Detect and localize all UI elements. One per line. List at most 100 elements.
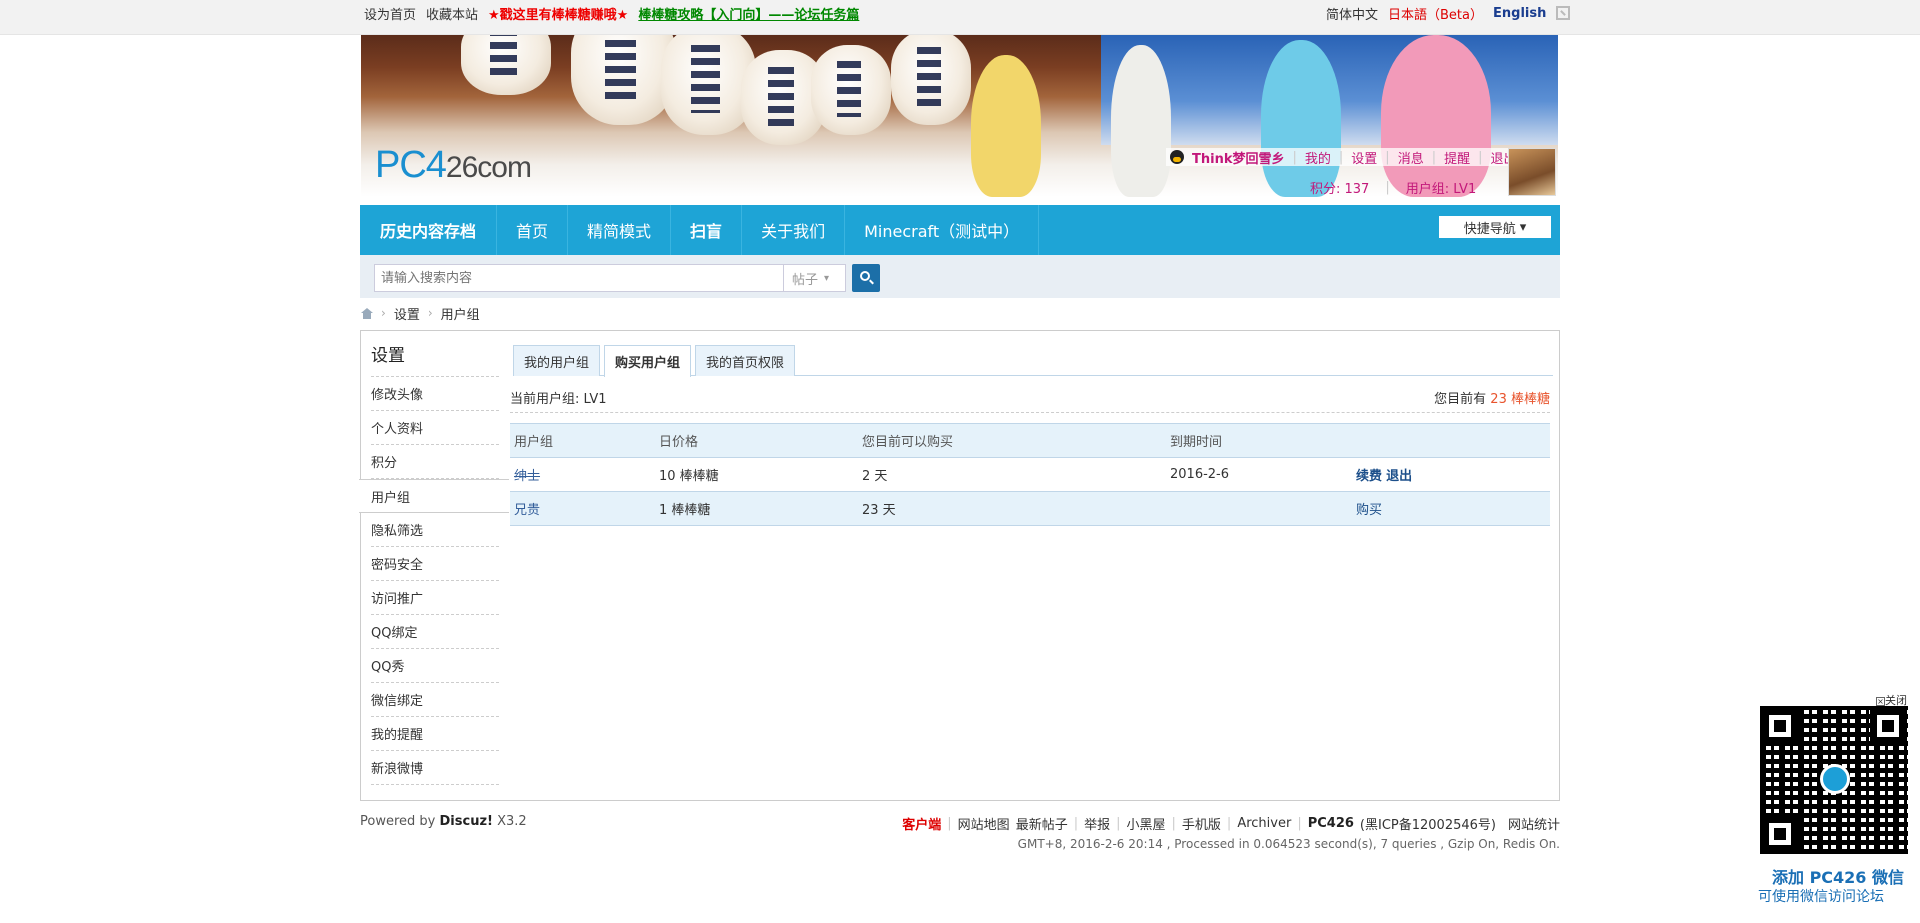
user-stats: 积分: 137 | 用户组: LV1 xyxy=(1310,178,1477,197)
sidebar-item-promotion[interactable]: 访问推广 xyxy=(371,581,499,615)
lang-cn-link[interactable]: 简体中文 xyxy=(1326,4,1378,23)
breadcrumb-settings[interactable]: 设置 xyxy=(394,304,420,323)
footer-link-client[interactable]: 客户端 xyxy=(902,814,941,833)
current-group-label: 当前用户组: LV1 xyxy=(510,392,607,407)
sidebar-item-privacy[interactable]: 隐私筛选 xyxy=(371,513,499,547)
footer-link-blackroom[interactable]: 小黑屋 xyxy=(1127,814,1166,833)
footer-link-sitemap[interactable]: 网站地图 xyxy=(958,814,1010,833)
my-menu-link[interactable]: 我的 xyxy=(1305,148,1331,167)
home-icon[interactable] xyxy=(361,307,373,319)
nav-item-minecraft[interactable]: Minecraft（测试中） xyxy=(845,205,1040,255)
character-illustration xyxy=(1111,45,1171,197)
sidebar-item-credits[interactable]: 积分 xyxy=(371,445,499,479)
nav-item-lite[interactable]: 精简模式 xyxy=(568,205,672,255)
footer-link-archiver[interactable]: Archiver xyxy=(1237,816,1291,831)
bookmark-link[interactable]: 收藏本站 xyxy=(426,4,478,23)
sidebar-item-wechat-bind[interactable]: 微信绑定 xyxy=(371,683,499,717)
divider: | xyxy=(1171,816,1176,831)
sidebar-item-reminders[interactable]: 我的提醒 xyxy=(371,717,499,751)
lang-jp-link[interactable]: 日本語（Beta） xyxy=(1388,4,1483,23)
divider: | xyxy=(1073,816,1079,831)
sidebar-item-usergroup[interactable]: 用户组 xyxy=(359,479,509,513)
nav-item-about[interactable]: 关于我们 xyxy=(742,205,846,255)
nav-item-basics[interactable]: 扫盲 xyxy=(671,205,743,255)
group-name-link[interactable]: 绅士 xyxy=(514,469,540,484)
character-illustration xyxy=(971,55,1041,197)
search-input[interactable] xyxy=(374,264,784,292)
points-link[interactable]: 积分: 137 xyxy=(1310,178,1369,197)
guide-link[interactable]: 棒棒糖攻略【入门向】——论坛任务篇 xyxy=(638,4,859,23)
divider: | xyxy=(1226,816,1232,831)
group-name-link[interactable]: 兄贵 xyxy=(514,503,540,518)
col-header-group: 用户组 xyxy=(510,423,655,458)
tab-home-permissions[interactable]: 我的首页权限 xyxy=(695,345,796,376)
balance-unit: 棒棒糖 xyxy=(1510,392,1550,407)
buy-link[interactable]: 购买 xyxy=(1356,503,1382,518)
qq-icon xyxy=(1170,150,1184,164)
qr-finder-marker xyxy=(1762,708,1798,744)
group-can-buy: 2 天 xyxy=(858,457,1166,492)
set-home-link[interactable]: 设为首页 xyxy=(364,4,416,23)
group-can-buy: 23 天 xyxy=(858,491,1166,526)
renew-link[interactable]: 续费 xyxy=(1356,469,1382,484)
usergroup-tabs: 我的用户组 购买用户组 我的首页权限 xyxy=(513,345,1553,377)
powered-version: X3.2 xyxy=(497,814,527,829)
group-price: 1 棒棒糖 xyxy=(655,491,858,526)
divider: | xyxy=(947,816,952,831)
tab-my-groups[interactable]: 我的用户组 xyxy=(513,345,601,376)
footer-site-name[interactable]: PC426 xyxy=(1308,816,1354,831)
nav-item-home[interactable]: 首页 xyxy=(497,205,569,255)
character-illustration xyxy=(1261,40,1341,197)
col-header-price: 日价格 xyxy=(655,423,858,458)
sidebar-item-weibo[interactable]: 新浪微博 xyxy=(371,751,499,785)
usergroup-link[interactable]: 用户组: LV1 xyxy=(1406,178,1477,197)
table-row: 绅士 10 棒棒糖 2 天 2016-2-6 续费 退出 xyxy=(510,457,1550,492)
lang-en-link[interactable]: English xyxy=(1493,6,1546,21)
footer-link-mobile[interactable]: 手机版 xyxy=(1182,814,1221,833)
top-bar-left: 设为首页 收藏本站 ★戳这里有棒棒糖赚哦★ 棒棒糖攻略【入门向】——论坛任务篇 xyxy=(364,0,859,26)
main-nav: 历史内容存档 首页 精简模式 扫盲 关于我们 Minecraft（测试中） xyxy=(360,205,1560,255)
breadcrumb: › 设置 › 用户组 xyxy=(361,303,480,323)
qr-logo-icon xyxy=(1820,764,1850,794)
group-price: 10 棒棒糖 xyxy=(655,457,858,492)
fullscreen-icon[interactable] xyxy=(1556,6,1571,20)
search-type-select[interactable]: 帖子 ▾ xyxy=(784,264,846,292)
search-bar: 帖子 ▾ xyxy=(360,255,1560,298)
sidebar-item-profile[interactable]: 个人资料 xyxy=(371,411,499,445)
settings-sidebar: 设置 修改头像 个人资料 积分 用户组 隐私筛选 密码安全 访问推广 QQ绑定 … xyxy=(359,331,509,785)
user-bar: Think梦回雪乡 | 我的 | 设置 | 消息 | 提醒 | 退出 xyxy=(1166,148,1521,167)
sidebar-item-password[interactable]: 密码安全 xyxy=(371,547,499,581)
tab-buy-groups[interactable]: 购买用户组 xyxy=(604,345,692,377)
footer-link-latest[interactable]: 最新帖子 xyxy=(1016,814,1068,833)
footer-stats-link[interactable]: 网站统计 xyxy=(1508,814,1560,833)
messages-link[interactable]: 消息 xyxy=(1398,148,1424,167)
breadcrumb-separator: › xyxy=(381,306,386,320)
site-logo[interactable]: PC426com xyxy=(375,144,532,187)
settings-link[interactable]: 设置 xyxy=(1351,148,1377,167)
sidebar-item-qq-bind[interactable]: QQ绑定 xyxy=(371,615,499,649)
chevron-down-icon: ▾ xyxy=(1519,219,1527,235)
logo-tail: 26com xyxy=(445,151,532,184)
language-switcher: 简体中文 日本語（Beta） English xyxy=(1326,0,1571,26)
divider: | xyxy=(1385,179,1390,195)
nav-item-archive[interactable]: 历史内容存档 xyxy=(360,205,498,255)
powered-brand[interactable]: Discuz! xyxy=(440,814,493,829)
current-group-row: 当前用户组: LV1 您目前有 23 棒棒糖 xyxy=(510,383,1550,413)
reminders-link[interactable]: 提醒 xyxy=(1444,148,1470,167)
search-button[interactable] xyxy=(852,264,880,292)
lantern-illustration xyxy=(461,35,551,95)
username-link[interactable]: Think梦回雪乡 xyxy=(1192,148,1284,167)
quit-link[interactable]: 退出 xyxy=(1386,469,1412,484)
avatar[interactable] xyxy=(1508,148,1556,196)
sidebar-item-avatar[interactable]: 修改头像 xyxy=(371,377,499,411)
footer-powered-by: Powered by Discuz! X3.2 xyxy=(360,814,527,829)
footer-icp-link[interactable]: (黑ICP备12002546号) xyxy=(1360,814,1496,833)
footer-link-report[interactable]: 举报 xyxy=(1084,814,1110,833)
table-header-row: 用户组 日价格 您目前可以购买 到期时间 xyxy=(510,423,1550,458)
sidebar-item-qq-show[interactable]: QQ秀 xyxy=(371,649,499,683)
footer-stats: GMT+8, 2016-2-6 20:14 , Processed in 0.0… xyxy=(1017,837,1560,851)
group-expire: 2016-2-6 xyxy=(1166,457,1352,492)
quick-nav-button[interactable]: 快捷导航 ▾ xyxy=(1439,216,1551,238)
promo-link[interactable]: ★戳这里有棒棒糖赚哦★ xyxy=(488,4,628,23)
lantern-illustration xyxy=(811,45,891,135)
